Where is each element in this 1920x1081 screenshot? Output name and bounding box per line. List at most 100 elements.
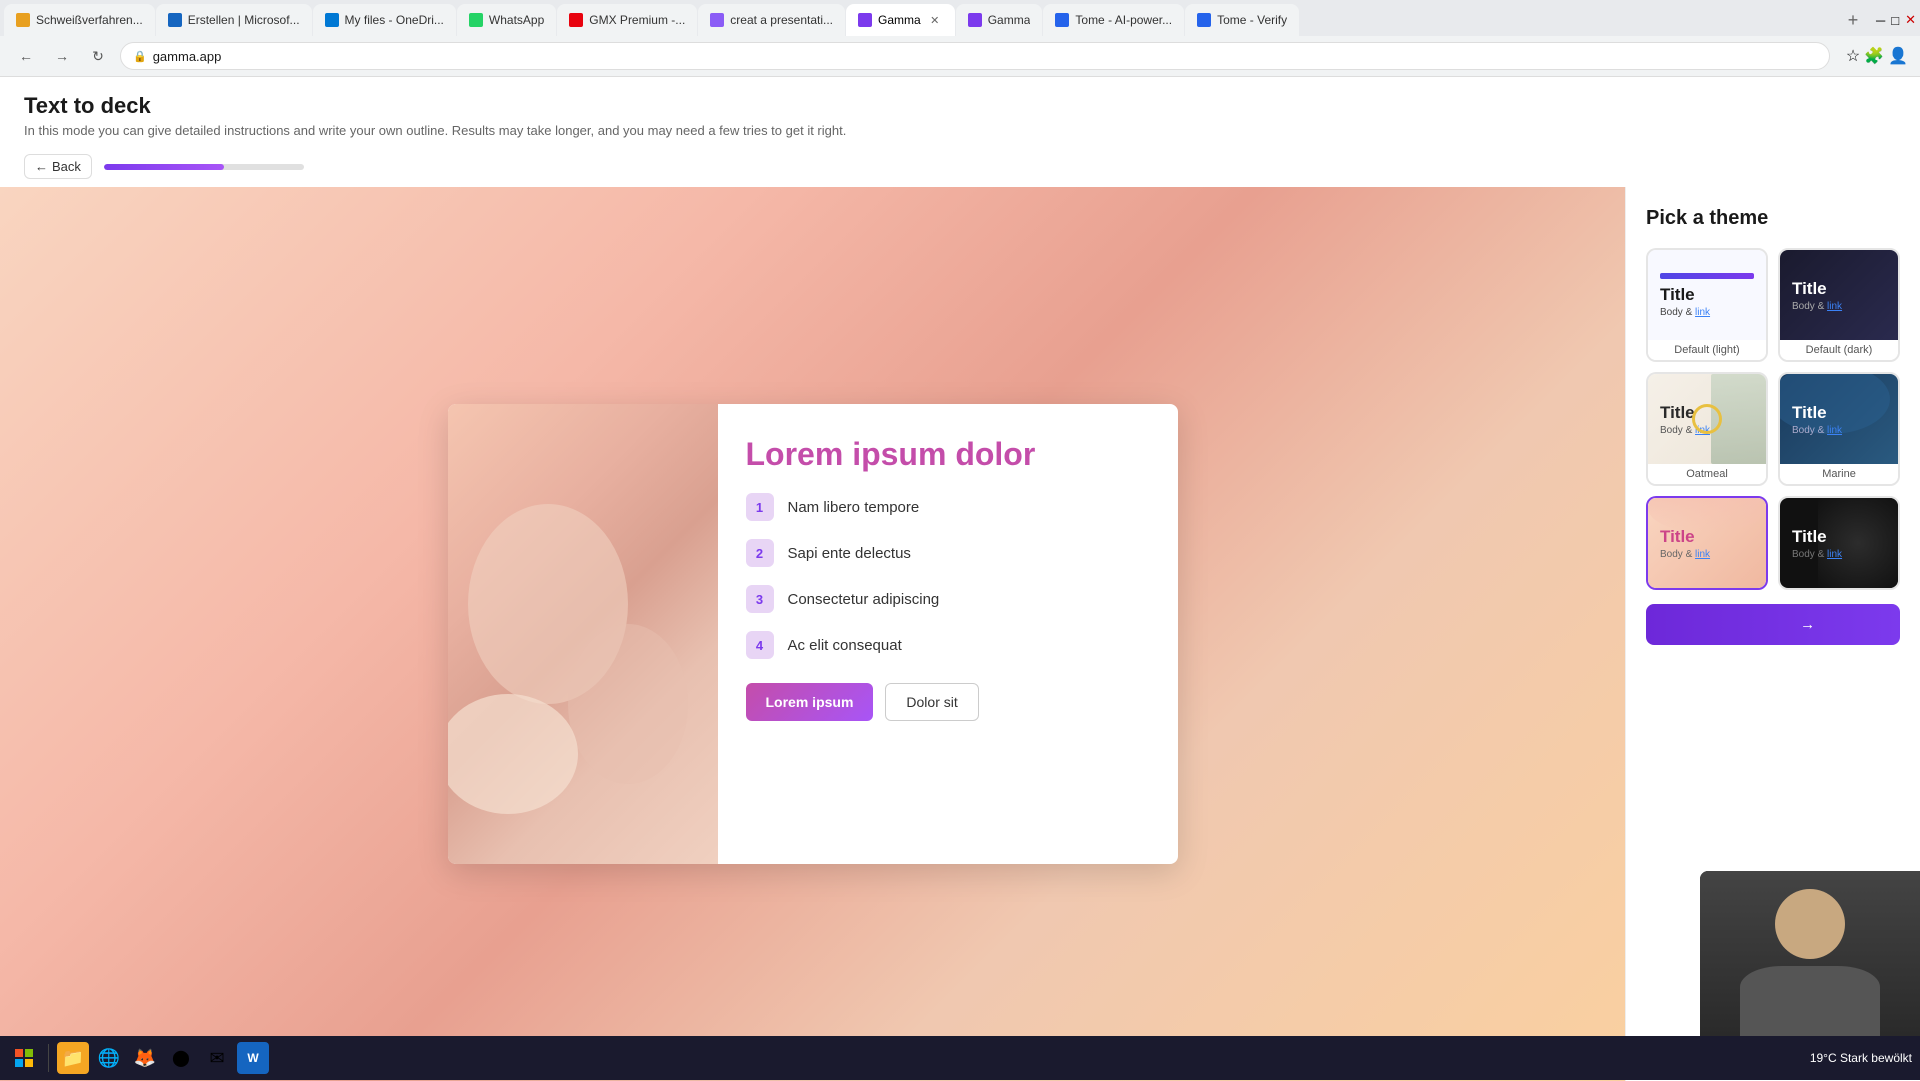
minimize-button[interactable]: ─ [1876, 13, 1885, 28]
browser-tab-tab6[interactable]: creat a presentati... [698, 4, 845, 36]
slide-item-text: Consectetur adipiscing [788, 591, 940, 608]
slide-item-number: 3 [746, 585, 774, 613]
tab-title: GMX Premium -... [589, 13, 685, 27]
slide-item-text: Ac elit consequat [788, 637, 902, 654]
tab-title: My files - OneDri... [345, 13, 444, 27]
theme-card-marine[interactable]: Title Body & link Marine [1778, 372, 1900, 486]
cursor-overlay [1692, 404, 1722, 434]
toolbar-icons: ☆ 🧩 👤 [1846, 46, 1908, 66]
tab-title: WhatsApp [489, 13, 544, 27]
theme-title-default-light: Title [1660, 285, 1754, 305]
slide-item-number: 4 [746, 631, 774, 659]
slide-item: 2 Sapi ente delectus [746, 539, 1150, 567]
slide-card: Lorem ipsum dolor 1 Nam libero tempore 2… [448, 404, 1178, 864]
address-bar: ← → ↻ 🔒 gamma.app ☆ 🧩 👤 [0, 36, 1920, 76]
tab-favicon [710, 13, 724, 27]
theme-link-marine: link [1827, 425, 1842, 436]
slide-area: Lorem ipsum dolor 1 Nam libero tempore 2… [0, 187, 1625, 1081]
taskbar: 📁 🌐 🦊 ⬤ ✉ W 19°C Stark bewölkt [0, 1036, 1920, 1080]
browser-tab-tab2[interactable]: Erstellen | Microsof... [156, 4, 312, 36]
browser-tab-tab1[interactable]: Schweißverfahren... [4, 4, 155, 36]
tab-close-button[interactable]: ✕ [927, 12, 943, 28]
theme-link-default-light: link [1695, 307, 1710, 318]
slide-buttons: Lorem ipsum Dolor sit [746, 683, 1150, 721]
browser-tab-tab8[interactable]: Gamma [956, 4, 1043, 36]
tab-title: Tome - Verify [1217, 13, 1287, 27]
video-shoulders [1740, 966, 1880, 1036]
theme-card-default-light[interactable]: Title Body & link Default (light) [1646, 248, 1768, 362]
back-nav-button[interactable]: ← [12, 42, 40, 70]
reload-button[interactable]: ↻ [84, 42, 112, 70]
url-bar[interactable]: 🔒 gamma.app [120, 42, 1830, 70]
slide-items: 1 Nam libero tempore 2 Sapi ente delectu… [746, 493, 1150, 659]
slide-content: Lorem ipsum dolor 1 Nam libero tempore 2… [718, 404, 1178, 864]
url-text: gamma.app [153, 49, 222, 64]
slide-item: 1 Nam libero tempore [746, 493, 1150, 521]
theme-body-marine: Body & link [1792, 425, 1886, 436]
theme-title-warm: Title [1660, 527, 1754, 547]
browser-icon[interactable]: 🌐 [93, 1042, 125, 1074]
back-arrow-icon: ← [35, 159, 48, 174]
user-avatar[interactable]: 👤 [1888, 46, 1908, 66]
theme-panel-title: Pick a theme [1646, 207, 1900, 230]
tab-title: Gamma [988, 13, 1031, 27]
tab-title: Tome - AI-power... [1075, 13, 1172, 27]
tab-title: Erstellen | Microsof... [188, 13, 300, 27]
theme-body-default-light: Body & link [1660, 307, 1754, 318]
browser-tab-tab5[interactable]: GMX Premium -... [557, 4, 697, 36]
slide-title: Lorem ipsum dolor [746, 436, 1150, 473]
slide-item-number: 2 [746, 539, 774, 567]
word-icon[interactable]: W [237, 1042, 269, 1074]
theme-preview-default-light: Title Body & link [1648, 250, 1766, 340]
mail-icon[interactable]: ✉ [201, 1042, 233, 1074]
video-overlay [1700, 871, 1920, 1036]
video-head [1775, 889, 1845, 959]
browser-tab-tab10[interactable]: Tome - Verify [1185, 4, 1299, 36]
theme-card-warm[interactable]: Title Body & link [1646, 496, 1768, 590]
tab-favicon [1197, 13, 1211, 27]
start-menu-button[interactable] [8, 1042, 40, 1074]
tab-favicon [1055, 13, 1069, 27]
taskbar-separator [48, 1044, 49, 1072]
theme-body-dark2: Body & link [1792, 549, 1886, 560]
page-subtitle: In this mode you can give detailed instr… [24, 123, 1896, 138]
new-tab-button[interactable]: + [1839, 6, 1867, 34]
progress-bar [104, 164, 304, 170]
browser-tab-tab4[interactable]: WhatsApp [457, 4, 556, 36]
main-area: Lorem ipsum dolor 1 Nam libero tempore 2… [0, 187, 1920, 1081]
browser-chrome: Schweißverfahren... Erstellen | Microsof.… [0, 0, 1920, 77]
theme-label-oatmeal: Oatmeal [1648, 464, 1766, 484]
maximize-button[interactable]: □ [1891, 13, 1899, 28]
slide-item: 4 Ac elit consequat [746, 631, 1150, 659]
browser-tab-tab9[interactable]: Tome - AI-power... [1043, 4, 1184, 36]
tab-favicon [858, 13, 872, 27]
chrome-icon[interactable]: ⬤ [165, 1042, 197, 1074]
tab-favicon [569, 13, 583, 27]
theme-card-default-dark[interactable]: Title Body & link Default (dark) [1778, 248, 1900, 362]
theme-card-oatmeal[interactable]: Title Body & link Oatmeal [1646, 372, 1768, 486]
light-theme-bar [1660, 273, 1754, 279]
slide-image [448, 404, 718, 864]
browser-tab-tab7[interactable]: Gamma✕ [846, 4, 955, 36]
theme-title-default-dark: Title [1792, 279, 1886, 299]
close-window-button[interactable]: ✕ [1905, 12, 1916, 28]
slide-primary-button[interactable]: Lorem ipsum [746, 683, 874, 721]
tab-favicon [168, 13, 182, 27]
continue-button[interactable]: Continue → [1646, 604, 1900, 645]
bookmark-icon[interactable]: ☆ [1846, 46, 1860, 66]
forward-nav-button[interactable]: → [48, 42, 76, 70]
theme-card-dark2[interactable]: Title Body & link [1778, 496, 1900, 590]
file-explorer-icon[interactable]: 📁 [57, 1042, 89, 1074]
slide-item-text: Nam libero tempore [788, 499, 920, 516]
progress-fill [104, 164, 224, 170]
slide-secondary-button[interactable]: Dolor sit [885, 683, 978, 721]
tab-bar: Schweißverfahren... Erstellen | Microsof.… [0, 0, 1920, 36]
back-button[interactable]: ← Back [24, 154, 92, 179]
extensions-icon[interactable]: 🧩 [1864, 46, 1884, 66]
video-person [1700, 871, 1920, 1036]
firefox-icon[interactable]: 🦊 [129, 1042, 161, 1074]
app-header: Text to deck In this mode you can give d… [0, 77, 1920, 146]
browser-tab-tab3[interactable]: My files - OneDri... [313, 4, 456, 36]
theme-preview-dark2: Title Body & link [1780, 498, 1898, 588]
theme-link-dark2: link [1827, 549, 1842, 560]
